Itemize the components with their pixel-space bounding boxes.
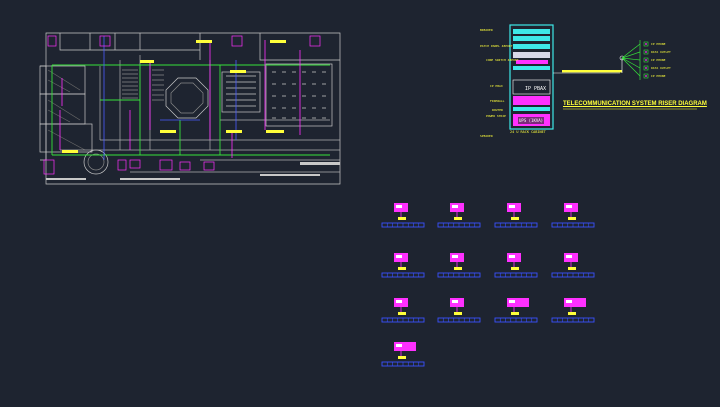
outlet-label-2: DATA OUTLET xyxy=(651,50,671,54)
equipment-boxes xyxy=(43,35,321,175)
wall-blocks xyxy=(46,162,340,180)
detail-tag xyxy=(454,217,462,220)
detail-device-face xyxy=(509,205,515,208)
stairs-2 xyxy=(152,69,164,101)
rack-label-power-strip: POWER STRIP xyxy=(486,114,506,118)
ups-label: UPS (1KVA) xyxy=(519,118,544,123)
rack-label-router: ROUTER xyxy=(492,108,503,112)
riser-title: TELECOMMUNICATION SYSTEM RISER DIAGRAM xyxy=(563,101,707,107)
detail-device-face xyxy=(566,300,572,303)
stairs xyxy=(122,69,138,99)
detail-device-face xyxy=(396,205,402,208)
detail-tag xyxy=(398,267,406,270)
seating-grid xyxy=(221,63,333,127)
rack-unit-patch-panel-3 xyxy=(513,44,550,49)
room-left-top xyxy=(39,65,86,95)
installation-details xyxy=(381,203,595,367)
rack-unit-firewall xyxy=(513,96,550,105)
detail-tag xyxy=(398,217,406,220)
cable-route-green xyxy=(51,64,330,156)
detail-device-face xyxy=(452,205,458,208)
rack-unit-patch-panel-2 xyxy=(513,36,550,41)
detail-device-face xyxy=(396,255,402,258)
detail-device-face xyxy=(452,300,458,303)
detail-device-face xyxy=(509,255,515,258)
outlet-dots xyxy=(645,43,647,77)
detail-device-face xyxy=(396,300,402,303)
outlet-label-5: IP PHONE xyxy=(651,74,666,78)
detail-device-face xyxy=(566,205,572,208)
detail-tag xyxy=(511,217,519,220)
rack-label-core-switch: CORE SWITCH 48PORT xyxy=(486,58,519,62)
outlet-label-3: IP PHONE xyxy=(651,58,666,62)
room-left-low xyxy=(39,123,93,153)
detail-device-face xyxy=(452,255,458,258)
rack-to-panel-bar xyxy=(562,70,622,73)
rack-label-ip-pbax: IP PBAX xyxy=(490,84,503,88)
detail-device-face xyxy=(566,255,572,258)
detail-tag xyxy=(398,356,406,359)
detail-tag xyxy=(454,267,462,270)
central-octagon xyxy=(165,77,209,119)
interior-partitions xyxy=(60,55,340,173)
riser-diagram xyxy=(509,24,697,130)
floor-plan-outline xyxy=(45,32,341,185)
outlet-label-1: IP PHONE xyxy=(651,42,666,46)
top-rooms xyxy=(59,33,340,61)
outlet-label-4: DATA OUTLET xyxy=(651,66,671,70)
central-octagon-inner xyxy=(170,82,204,114)
detail-tag xyxy=(511,312,519,315)
detail-tag xyxy=(568,217,576,220)
detail-tag xyxy=(398,312,406,315)
room-left-hatch xyxy=(47,69,86,151)
rack-label-firewall: FIREWALL xyxy=(490,99,505,103)
rack-unit-patch-panel-1 xyxy=(513,29,550,34)
round-room-inner xyxy=(87,153,105,171)
detail-device-face xyxy=(396,344,402,347)
rack-unit-power-strip xyxy=(513,107,550,111)
rack-label-breaker: BREAKER xyxy=(480,28,493,32)
detail-tag xyxy=(568,267,576,270)
floor-plan-wall xyxy=(40,65,47,161)
rack-unit-router xyxy=(513,66,550,70)
cad-drawing-canvas[interactable] xyxy=(0,0,720,407)
pbax-label: IP PBAX xyxy=(525,86,547,92)
detail-tag xyxy=(511,267,519,270)
detail-tag xyxy=(454,312,462,315)
rack-label-patch-panel: PATCH PANEL 48PORT xyxy=(480,44,513,48)
rack-caption: 24 U RACK CABINET xyxy=(510,130,546,134)
detail-device-face xyxy=(509,300,515,303)
rack-label-speaker: SPEAKER xyxy=(480,134,493,138)
outlet-feeders xyxy=(621,43,641,77)
rack-unit-switch-ports xyxy=(516,60,548,64)
floor-plan xyxy=(39,32,341,185)
detail-tag xyxy=(568,312,576,315)
room-tags xyxy=(62,40,286,153)
